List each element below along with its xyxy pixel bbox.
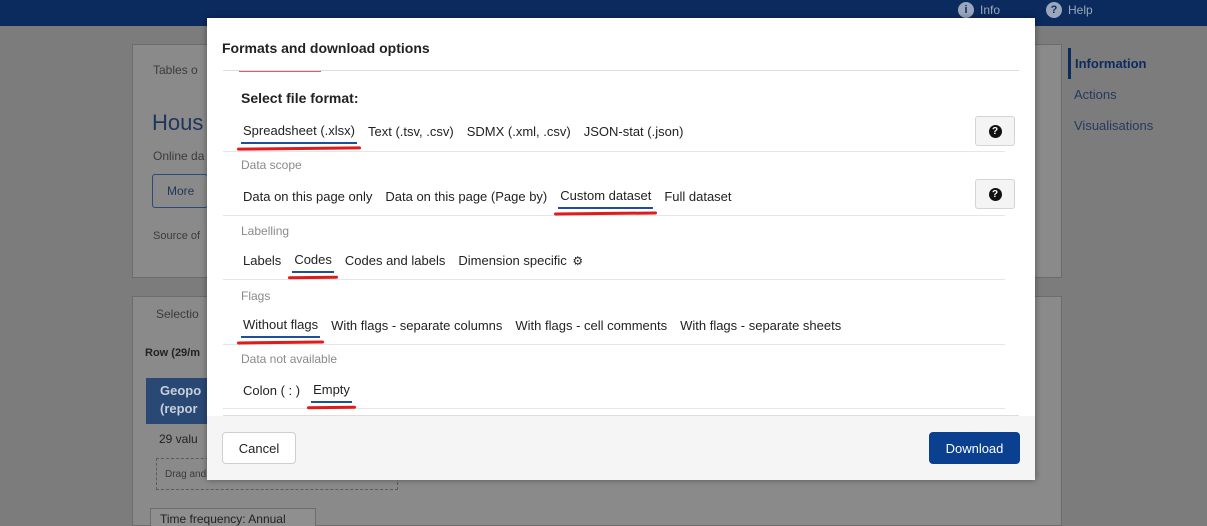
labelling-section: Labelling Labels Codes Codes and labels …	[223, 216, 1005, 280]
option-codes[interactable]: Codes	[292, 250, 334, 273]
nav-item-information[interactable]: Information	[1068, 48, 1207, 79]
question-icon: ?	[988, 124, 1002, 138]
option-json-stat[interactable]: JSON-stat (.json)	[582, 122, 686, 143]
flags-options: Without flags With flags - separate colu…	[241, 315, 852, 338]
option-colon[interactable]: Colon ( : )	[241, 381, 302, 402]
nav-item-actions[interactable]: Actions	[1068, 79, 1207, 110]
flags-label: Flags	[241, 289, 271, 303]
file-format-section: Select file format: Spreadsheet (.xlsx) …	[223, 71, 1015, 152]
more-button-label: More	[167, 184, 195, 198]
option-dimension-specific[interactable]: Dimension specific ⚙	[456, 251, 585, 272]
option-flags-separate-sheets[interactable]: With flags - separate sheets	[678, 316, 843, 337]
option-without-flags[interactable]: Without flags	[241, 315, 321, 338]
info-label: Info	[980, 3, 1001, 17]
gear-icon: ⚙	[572, 254, 584, 268]
dimension-chip-line1: Geopo	[160, 383, 202, 398]
file-format-help-button[interactable]: ?	[975, 116, 1015, 146]
drop-zone-hint: Drag and	[165, 469, 207, 480]
data-scope-options: Data on this page only Data on this page…	[241, 186, 743, 209]
option-codes-and-labels[interactable]: Codes and labels	[343, 251, 447, 272]
download-button[interactable]: Download	[929, 432, 1020, 464]
data-scope-section: Data scope Data on this page only Data o…	[223, 152, 1015, 216]
option-dimension-specific-label: Dimension specific	[458, 253, 567, 268]
option-data-page-by[interactable]: Data on this page (Page by)	[383, 187, 549, 208]
dimension-chip-line2: (repor	[160, 401, 198, 416]
source-text: Source of	[153, 230, 201, 242]
data-not-available-label: Data not available	[241, 352, 338, 366]
option-spreadsheet-xlsx[interactable]: Spreadsheet (.xlsx)	[241, 121, 357, 144]
file-format-options: Spreadsheet (.xlsx) Text (.tsv, .csv) SD…	[241, 121, 694, 144]
modal-footer: Cancel Download	[207, 416, 1035, 480]
option-labels[interactable]: Labels	[241, 251, 283, 272]
data-not-available-options: Colon ( : ) Empty	[241, 380, 361, 403]
file-format-title: Select file format:	[241, 90, 359, 106]
option-full-dataset[interactable]: Full dataset	[662, 187, 733, 208]
option-custom-dataset[interactable]: Custom dataset	[558, 186, 654, 209]
modal-body: Select file format: Spreadsheet (.xlsx) …	[223, 70, 1019, 416]
option-data-this-page[interactable]: Data on this page only	[241, 187, 374, 208]
row-label: Row (29/m	[145, 347, 201, 359]
labelling-label: Labelling	[241, 224, 290, 238]
page-title: Hous	[152, 110, 204, 135]
help-icon: ?	[1046, 2, 1062, 18]
time-frequency-label: Time frequency: Annual	[160, 512, 286, 526]
tab-selection[interactable]: Selectio	[156, 307, 199, 321]
option-empty[interactable]: Empty	[311, 380, 352, 403]
page-subtitle: Online da	[153, 149, 205, 163]
data-not-available-section: Data not available Colon ( : ) Empty	[223, 345, 1005, 409]
download-options-modal: Formats and download options Select file…	[207, 18, 1035, 480]
question-icon: ?	[988, 187, 1002, 201]
cancel-button[interactable]: Cancel	[222, 432, 296, 464]
flags-section: Flags Without flags With flags - separat…	[223, 280, 1005, 345]
option-sdmx[interactable]: SDMX (.xml, .csv)	[465, 122, 573, 143]
option-flags-cell-comments[interactable]: With flags - cell comments	[513, 316, 669, 337]
labelling-options: Labels Codes Codes and labels Dimension …	[241, 250, 594, 273]
data-scope-help-button[interactable]: ?	[975, 179, 1015, 209]
help-label: Help	[1068, 3, 1093, 17]
option-text-tsv-csv[interactable]: Text (.tsv, .csv)	[366, 122, 456, 143]
data-scope-label: Data scope	[241, 158, 302, 172]
help-link[interactable]: ? Help	[1046, 2, 1093, 18]
side-navigation: Information Actions Visualisations	[1068, 48, 1207, 141]
info-icon: i	[958, 2, 974, 18]
info-link[interactable]: i Info	[958, 2, 1000, 18]
modal-title: Formats and download options	[222, 40, 430, 56]
nav-item-visualisations[interactable]: Visualisations	[1068, 110, 1207, 141]
option-flags-separate-columns[interactable]: With flags - separate columns	[329, 316, 504, 337]
options-content: Select file format: Spreadsheet (.xlsx) …	[223, 71, 1015, 415]
values-count: 29 valu	[159, 432, 198, 446]
breadcrumb[interactable]: Tables o	[153, 63, 198, 77]
